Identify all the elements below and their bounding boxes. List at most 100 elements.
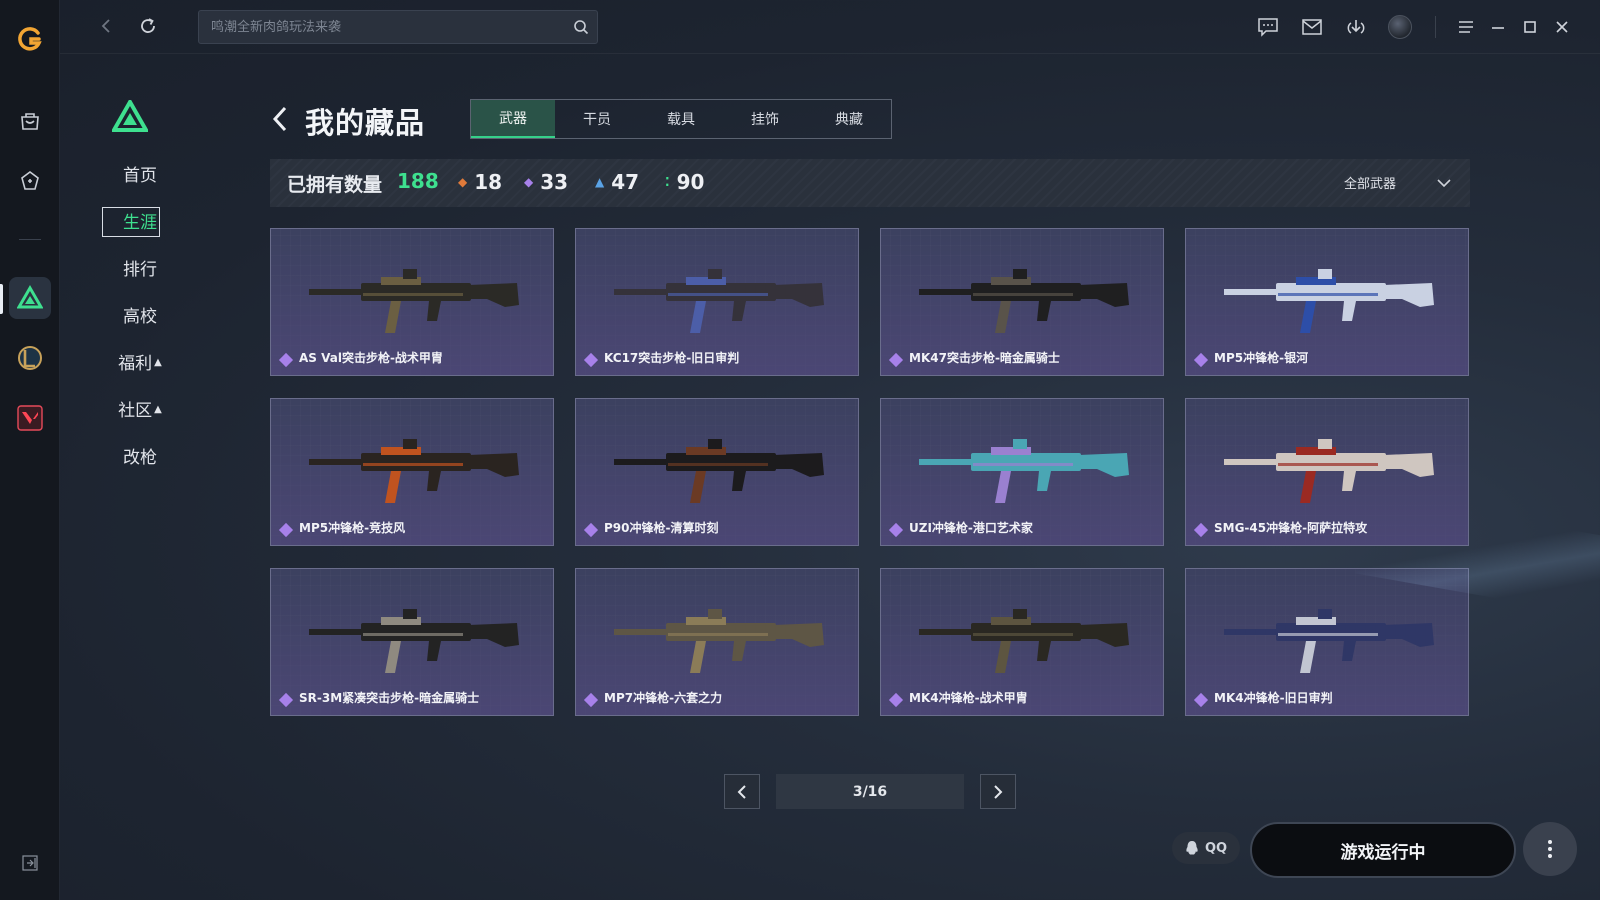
next-page-button[interactable] [980,774,1016,809]
weapon-filter-dropdown[interactable]: 全部武器 [1344,173,1452,192]
page-indicator[interactable]: 3/16 [776,774,964,809]
maximize-icon[interactable] [1516,13,1544,41]
delta-force-icon[interactable] [9,277,51,319]
valorant-icon[interactable] [9,397,51,439]
weapon-name: MK4冲锋枪-战术甲胄 [909,691,1028,705]
weapon-card[interactable]: MP7冲锋枪-六套之力 [575,568,859,716]
weapon-card[interactable]: MP5冲锋枪-竞技风 [270,398,554,546]
rarity-diamond-icon [583,522,599,538]
store-icon[interactable] [9,100,51,142]
green-dots-icon: ⁚ [665,175,670,189]
blue-chevron-icon: ▲ [595,175,605,189]
subnav-item-home[interactable]: 首页 [112,161,168,186]
purple-diamond-icon: ◆ [524,175,534,189]
rail-active-indicator [0,284,3,314]
weapon-name: UZI冲锋枪-港口艺术家 [909,521,1033,535]
search-box [198,10,598,44]
weapon-name: MP7冲锋枪-六套之力 [604,691,723,705]
tab-vehicles[interactable]: 载具 [639,100,723,138]
chevron-down-icon [1437,178,1451,187]
rarity-count-blue: ▲ 47 [595,170,639,194]
chevron-left-icon [737,784,746,799]
weapon-image [1224,439,1434,503]
rarity-diamond-icon [1193,522,1209,538]
close-icon[interactable] [1548,13,1576,41]
rarity-diamond-icon [278,522,294,538]
weapon-name: MK47突击步枪-暗金属骑士 [909,351,1060,365]
mail-icon[interactable] [1298,13,1326,41]
minimize-icon[interactable] [1484,13,1512,41]
menu-icon[interactable] [1452,13,1480,41]
weapon-image [919,609,1129,673]
qq-button[interactable]: QQ [1172,832,1240,864]
subnav-item-community[interactable]: 社区 ▲ [112,396,168,421]
subnav-community-label: 社区 [118,401,153,421]
weapon-card[interactable]: MK4冲锋枪-旧日审判 [1185,568,1469,716]
rarity-count-value: 90 [676,170,705,194]
weapon-image [614,609,824,673]
weapon-card[interactable]: AS Val突击步枪-战术甲胄 [270,228,554,376]
rarity-diamond-icon [888,692,904,708]
filter-label: 全部武器 [1343,177,1396,192]
collection-tabs: 武器 干员 载具 挂饰 典藏 [470,99,892,139]
weapon-card[interactable]: KC17突击步枪-旧日审判 [575,228,859,376]
weapon-image [614,439,824,503]
rarity-count-green: ⁚ 90 [665,170,704,194]
weapon-card[interactable]: MK47突击步枪-暗金属骑士 [880,228,1164,376]
search-icon[interactable] [573,19,589,39]
subnav-item-welfare[interactable]: 福利 ▲ [112,349,168,374]
download-icon[interactable] [1342,13,1370,41]
subnav-item-career[interactable]: 生涯 [112,208,168,233]
rarity-diamond-icon [583,352,599,368]
subnav-item-ranking[interactable]: 排行 [112,255,168,280]
weapon-image [309,439,519,503]
search-input[interactable] [199,11,597,43]
weapon-card[interactable]: SR-3M紧凑突击步枪-暗金属骑士 [270,568,554,716]
chevron-up-icon: ▲ [154,357,162,368]
subnav-item-gunsmith[interactable]: 改枪 [112,443,168,468]
tab-collection[interactable]: 典藏 [807,100,891,138]
subnav-item-college[interactable]: 高校 [112,302,168,327]
weapon-card[interactable]: MP5冲锋枪-银河 [1185,228,1469,376]
weapon-card[interactable]: UZI冲锋枪-港口艺术家 [880,398,1164,546]
weapon-card[interactable]: MK4冲锋枪-战术甲胄 [880,568,1164,716]
weapon-image [919,439,1129,503]
game-running-button[interactable]: 游戏运行中 [1250,822,1516,878]
more-options-button[interactable] [1523,822,1577,876]
rarity-count-value: 33 [540,170,569,194]
rarity-count-value: 47 [611,170,640,194]
game-subnav: 首页 生涯 排行 高校 福利 ▲ 社区 ▲ 改枪 [60,54,260,900]
weapon-image [1224,269,1434,333]
qq-penguin-icon [1186,841,1198,855]
weapon-card[interactable]: P90冲锋枪-清算时刻 [575,398,859,546]
rarity-count-orange: ◆ 18 [458,170,502,194]
tab-operators[interactable]: 干员 [555,100,639,138]
refresh-icon[interactable] [134,12,162,40]
league-of-legends-icon[interactable] [9,337,51,379]
orange-diamond-icon: ◆ [458,175,468,189]
rarity-diamond-icon [1193,692,1209,708]
page-title: 我的藏品 [305,106,426,140]
chevron-up-icon: ▲ [154,404,162,415]
collapse-sidebar-icon[interactable] [9,842,51,884]
weapon-name: KC17突击步枪-旧日审判 [604,351,740,365]
back-nav-icon[interactable] [92,12,120,40]
game-library-icon[interactable] [9,160,51,202]
tab-weapons[interactable]: 武器 [471,100,555,138]
rarity-count-purple: ◆ 33 [524,170,568,194]
chat-icon[interactable] [1254,13,1282,41]
app-logo-icon [18,27,42,51]
user-avatar-icon [1388,15,1412,39]
tab-charms[interactable]: 挂饰 [723,100,807,138]
qq-label: QQ [1204,840,1228,856]
prev-page-button[interactable] [724,774,760,809]
weapon-image [919,269,1129,333]
app-logo[interactable] [9,18,51,60]
rarity-diamond-icon [278,692,294,708]
avatar[interactable] [1386,13,1414,41]
weapon-image [309,269,519,333]
owned-stats-bar: 已拥有数量 188 ◆ 18 ◆ 33 ▲ 47 ⁚ 90 全部武器 [270,159,1470,207]
weapon-name: MK4冲锋枪-旧日审判 [1214,691,1333,705]
page-back-icon[interactable] [270,104,290,138]
rarity-diamond-icon [583,692,599,708]
